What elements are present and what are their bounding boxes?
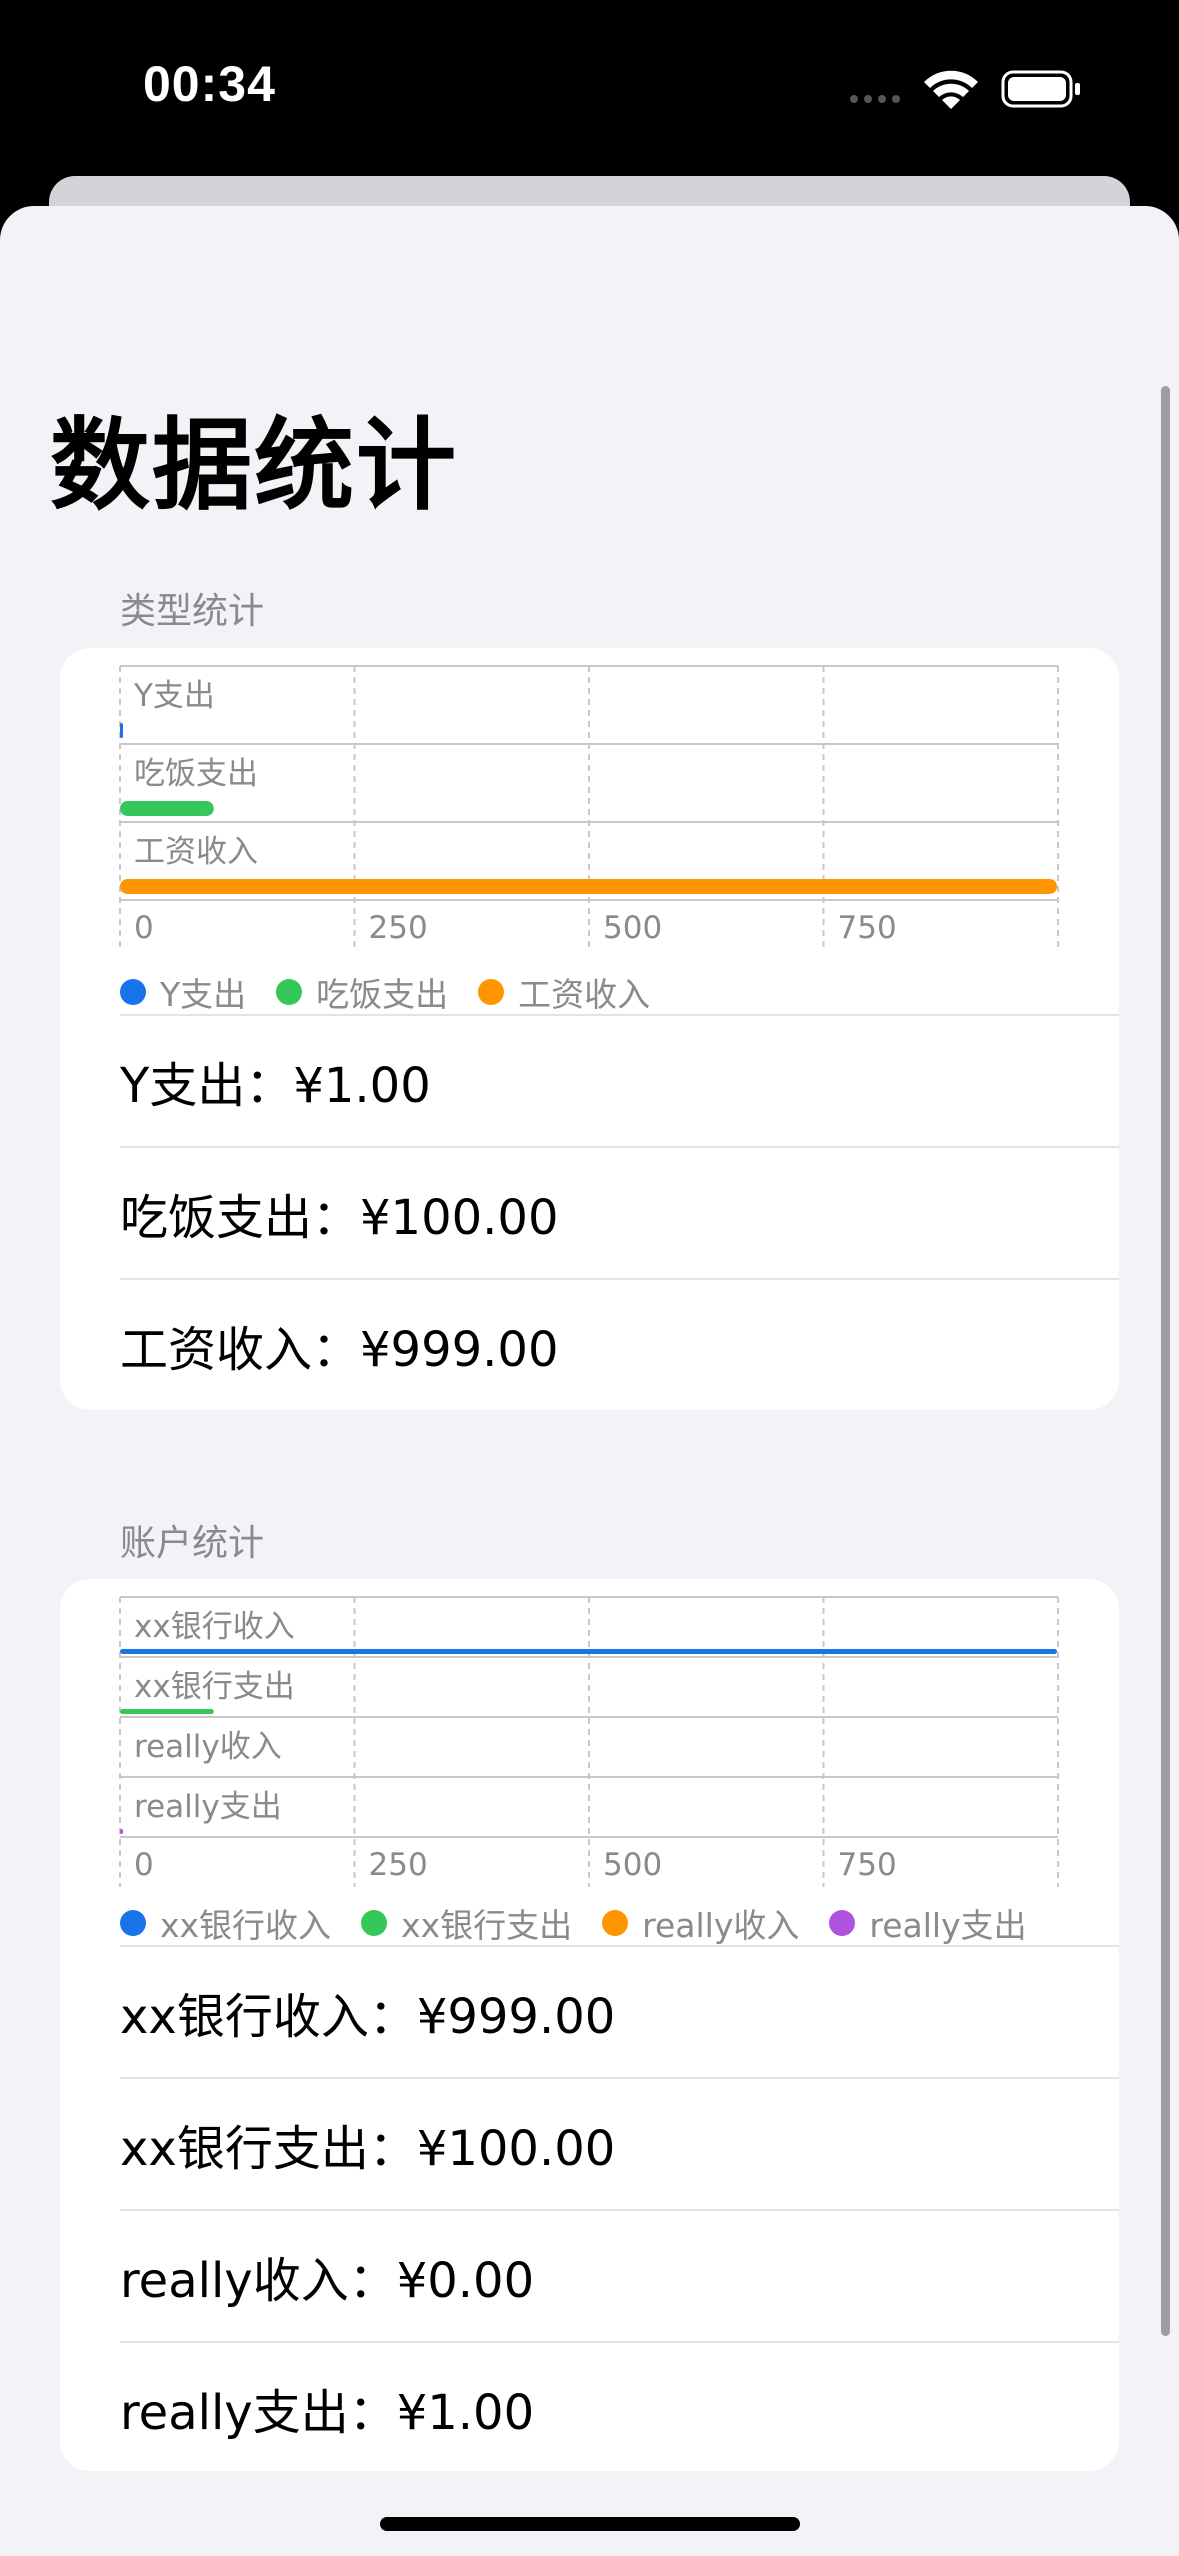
account-section-header: 账户统计 xyxy=(120,1523,265,1564)
row-label: xx银行收入：¥999.00 xyxy=(120,1989,616,2045)
page-title: 数据统计 xyxy=(50,407,458,524)
legend-dot xyxy=(120,979,146,1005)
legend-dot xyxy=(478,979,505,1005)
x-tick-label: 250 xyxy=(369,910,428,946)
legend-label: 工资收入 xyxy=(518,975,651,1014)
legend-item: 工资收入 xyxy=(478,968,650,1016)
row-label: 工资收入：¥999.00 xyxy=(120,1322,559,1378)
category-label: Y支出 xyxy=(133,678,215,714)
legend-item: xx银行支出 xyxy=(361,1899,572,1947)
bar xyxy=(120,879,1058,894)
bar xyxy=(120,1709,214,1714)
category-label: 吃饭支出 xyxy=(134,756,258,792)
home-indicator[interactable] xyxy=(380,2517,800,2531)
category-label: really收入 xyxy=(134,1729,282,1765)
account-chart-legend: xx银行收入 xx银行支出 really收入 really支出 xyxy=(120,1899,1057,1947)
type-row-meal-expense: 吃饭支出：¥100.00 xyxy=(120,1146,1119,1278)
x-tick-label: 750 xyxy=(838,1847,897,1883)
legend-item: 吃饭支出 xyxy=(276,968,448,1016)
bar xyxy=(120,723,123,738)
category-label: really支出 xyxy=(134,1789,282,1825)
x-tick-label: 750 xyxy=(838,910,897,946)
account-row-really-income: really收入：¥0.00 xyxy=(120,2209,1119,2341)
bar xyxy=(120,1649,1058,1654)
type-row-y-expense: Y支出：¥1.00 xyxy=(120,1014,1119,1146)
legend-item: really收入 xyxy=(602,1899,799,1947)
legend-label: xx银行收入 xyxy=(160,1906,332,1945)
x-tick-label: 0 xyxy=(134,910,154,946)
bar xyxy=(120,1829,123,1834)
legend-item: Y支出 xyxy=(120,968,246,1016)
row-label: xx银行支出：¥100.00 xyxy=(120,2121,616,2177)
legend-label: 吃饭支出 xyxy=(316,975,449,1014)
type-row-salary-income: 工资收入：¥999.00 xyxy=(120,1278,1119,1410)
x-tick-label: 500 xyxy=(603,1847,662,1883)
row-label: Y支出：¥1.00 xyxy=(120,1058,431,1114)
legend-label: xx银行支出 xyxy=(401,1906,573,1945)
legend-dot xyxy=(361,1910,388,1936)
legend-dot xyxy=(276,979,303,1005)
account-bar-chart: xx银行收入 xx银行支出 really收入 really支出 0 250 500 750 xyxy=(119,1596,1059,1887)
legend-label: really收入 xyxy=(642,1906,800,1945)
cellular-signal-icon xyxy=(850,95,900,103)
account-row-bank-income: xx银行收入：¥999.00 xyxy=(120,1945,1119,2077)
type-chart-legend: Y支出 吃饭支出 工资收入 xyxy=(120,968,680,1016)
type-section-header: 类型统计 xyxy=(120,591,265,632)
battery-icon xyxy=(1001,70,1080,108)
row-label: 吃饭支出：¥100.00 xyxy=(120,1190,559,1246)
category-label: xx银行收入 xyxy=(134,1609,295,1645)
legend-item: xx银行收入 xyxy=(120,1899,331,1947)
legend-dot xyxy=(602,1910,629,1936)
account-row-bank-expense: xx银行支出：¥100.00 xyxy=(120,2077,1119,2209)
x-tick-label: 250 xyxy=(369,1847,428,1883)
status-icons xyxy=(850,70,1080,109)
legend-dot xyxy=(829,1910,856,1936)
row-label: really支出：¥1.00 xyxy=(120,2385,535,2441)
bar xyxy=(120,801,214,816)
legend-dot xyxy=(120,1910,146,1936)
legend-label: Y支出 xyxy=(160,975,247,1014)
statistics-sheet[interactable]: 数据统计 类型统计 Y支出 吃饭支出 工资收入 0 250 500 750 Y支出 吃饭支出工… xyxy=(0,206,1179,2556)
category-label: xx银行支出 xyxy=(134,1669,295,1705)
legend-label: really支出 xyxy=(869,1906,1027,1945)
row-label: really收入：¥0.00 xyxy=(120,2253,535,2309)
account-row-really-expense: really支出：¥1.00 xyxy=(120,2341,1119,2473)
status-bar: 00:34 xyxy=(0,0,1179,175)
category-label: 工资收入 xyxy=(134,834,258,870)
wifi-icon xyxy=(924,70,978,109)
scrollbar[interactable] xyxy=(1161,386,1170,2336)
type-stats-card: Y支出 吃饭支出 工资收入 0 250 500 750 Y支出 吃饭支出 工资收入 Y支出：¥1… xyxy=(60,648,1119,1410)
x-tick-label: 0 xyxy=(134,1847,154,1883)
status-time: 00:34 xyxy=(143,56,276,112)
type-bar-chart: Y支出吃饭支出工资收入 0 250 500 750 xyxy=(119,665,1059,950)
account-stats-card: xx银行收入 xx银行支出 really收入 really支出 0 250 500 750 x… xyxy=(60,1579,1119,2471)
legend-item: really支出 xyxy=(829,1899,1027,1947)
x-tick-label: 500 xyxy=(603,910,662,946)
